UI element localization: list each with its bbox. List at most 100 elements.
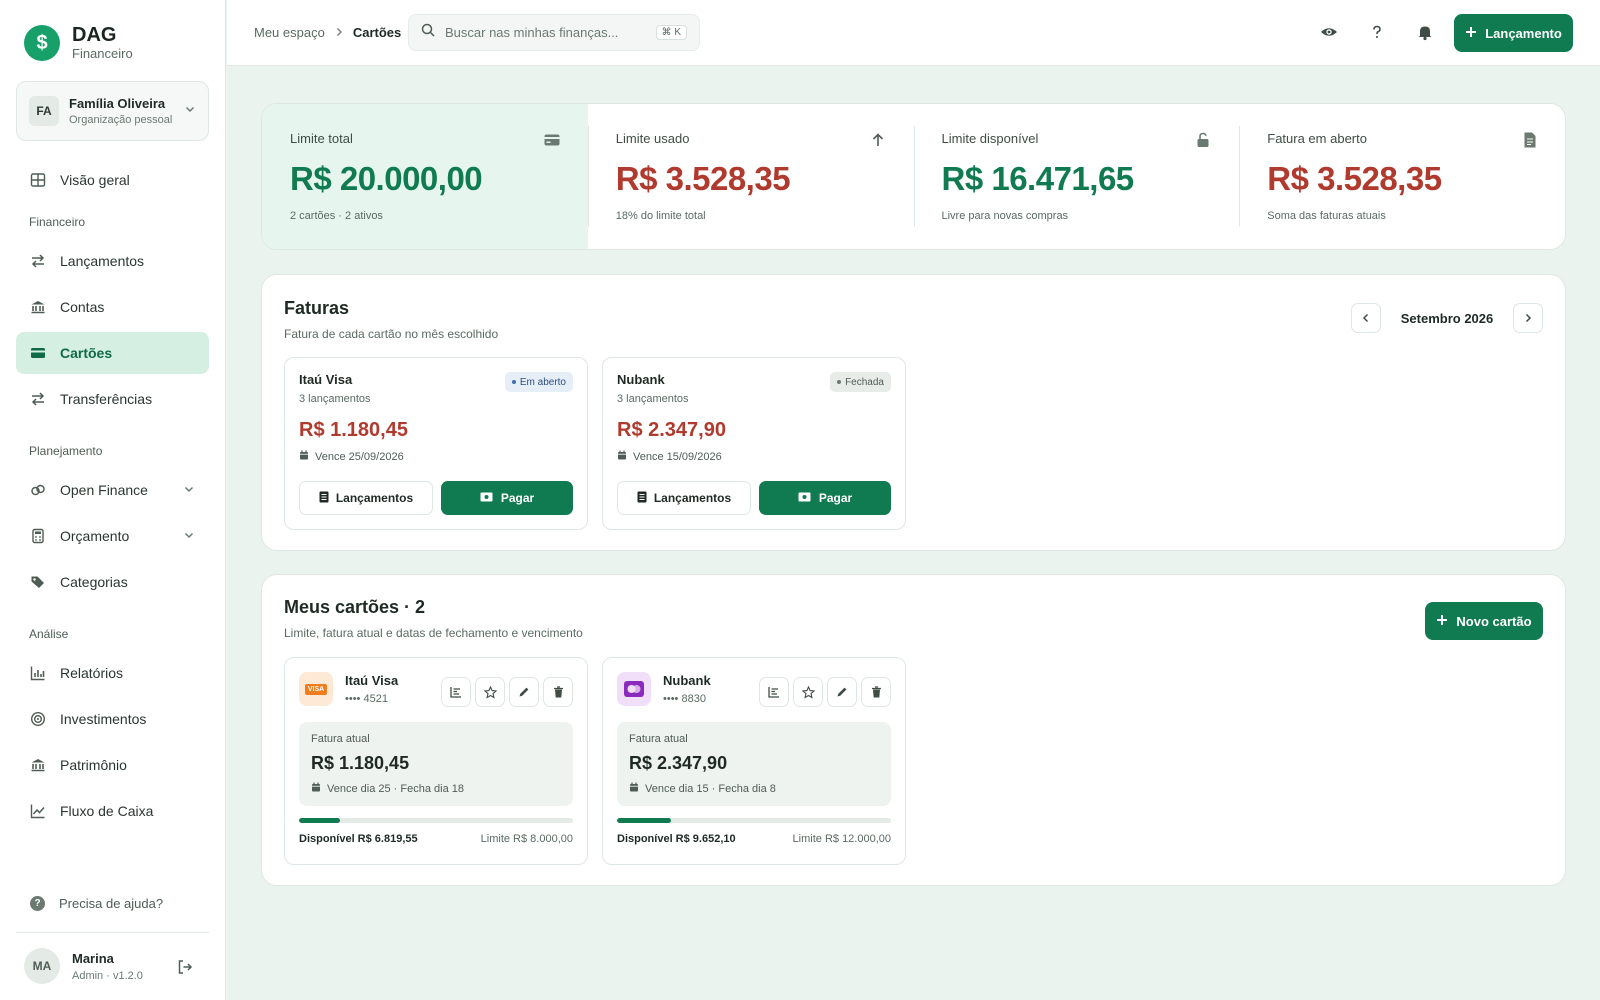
calendar-icon [629,782,639,795]
sidebar: $ DAG Financeiro FA Família Oliveira Org… [0,0,226,1000]
invoice-card: Nubank 3 lançamentos Fechada R$ 2.347,90… [602,357,906,530]
new-transaction-button[interactable]: Lançamento [1454,14,1573,52]
unlock-icon [1195,132,1211,153]
sidebar-item-contas[interactable]: Contas [16,286,209,328]
sidebar-item-label: Lançamentos [60,253,145,269]
card-name: Nubank [663,673,711,688]
link-icon [30,482,46,498]
invoice-card: Itaú Visa 3 lançamentos Em aberto R$ 1.1… [284,357,588,530]
search-shortcut: ⌘ K [655,25,687,40]
trash-icon[interactable] [861,677,891,707]
due-close-days: Vence dia 15 · Fecha dia 8 [645,782,776,795]
help-icon: ? [30,896,45,911]
avatar: MA [24,948,60,984]
limit-usage-bar [299,818,573,823]
sidebar-item-label: Cartões [60,345,113,361]
sidebar-item-overview[interactable]: Visão geral [16,159,209,201]
sidebar-item-orcamento[interactable]: Orçamento [16,515,209,557]
nav-section-analise: Análise [29,627,69,641]
view-entries-button[interactable]: Lançamentos [617,481,751,515]
help-link[interactable]: ? Precisa de ajuda? [30,896,163,911]
mastercard-logo-icon [617,672,651,706]
chevron-down-icon [183,528,195,544]
sidebar-item-label: Transferências [60,391,153,407]
sidebar-item-relatorios[interactable]: Relatórios [16,652,209,694]
sidebar-item-label: Categorias [60,574,128,590]
divider [913,126,915,227]
chevron-right-icon [334,25,344,40]
invoice-due: Vence 25/09/2026 [299,450,573,463]
sidebar-item-cartoes[interactable]: Cartões [16,332,209,374]
user-name: Marina [72,950,114,966]
sidebar-item-investimentos[interactable]: Investimentos [16,698,209,740]
status-label: Em aberto [519,376,566,388]
card-footer: Disponível R$ 9.652,10 Limite R$ 12.000,… [617,833,891,845]
card-name: Itaú Visa [345,673,399,688]
summary-total-limit: Limite total R$ 20.000,00 2 cartões · 2 … [262,104,588,249]
calendar-icon [311,782,321,795]
new-card-label: Novo cartão [1456,613,1532,629]
total-limit: Limite R$ 8.000,00 [480,833,573,845]
pay-button[interactable]: Pagar [441,481,573,515]
divider [16,932,209,933]
divider [587,126,589,227]
card-number: •••• 4521 [345,693,388,705]
bar-chart-icon [30,665,46,681]
topbar: Meu espaço Cartões ⌘ K Lançamento [227,0,1600,66]
summary-note: 18% do limite total [615,210,706,222]
next-month-button[interactable] [1513,303,1543,333]
visa-logo-icon: VISA [299,672,333,706]
button-label: Lançamentos [653,491,732,505]
invoice-due: Vence 15/09/2026 [617,450,891,463]
sidebar-item-transferencias[interactable]: Transferências [16,378,209,420]
help-icon[interactable] [1367,22,1387,42]
total-limit: Limite R$ 12.000,00 [792,833,891,845]
summary-open-invoice: Fatura em aberto R$ 3.528,35 Soma das fa… [1239,104,1565,249]
logout-icon[interactable] [176,958,194,981]
section-subtitle: Limite, fatura atual e datas de fechamen… [284,626,583,640]
sidebar-item-categorias[interactable]: Categorias [16,561,209,603]
section-title: Faturas [284,298,350,318]
current-invoice-label: Fatura atual [629,733,688,745]
transfer-icon [30,391,46,407]
pay-button[interactable]: Pagar [759,481,891,515]
current-invoice-box: Fatura atual R$ 1.180,45 Vence dia 25 · … [299,722,573,806]
sidebar-item-label: Fluxo de Caixa [60,803,154,819]
eye-icon[interactable] [1319,22,1339,42]
due-close-days: Vence dia 25 · Fecha dia 18 [327,782,464,795]
sidebar-item-label: Patrimônio [60,757,127,773]
new-transaction-label: Lançamento [1485,25,1562,41]
current-invoice-amount: R$ 1.180,45 [311,753,410,773]
star-icon[interactable] [793,677,823,707]
sidebar-item-label: Orçamento [60,528,130,544]
sidebar-item-patrimonio[interactable]: Patrimônio [16,744,209,786]
current-invoice-label: Fatura atual [311,733,370,745]
summary-note: Livre para novas compras [941,210,1069,222]
view-entries-button[interactable]: Lançamentos [299,481,433,515]
previous-month-button[interactable] [1351,303,1381,333]
user-profile[interactable]: MA Marina Admin · v1.2.0 [24,948,143,984]
sidebar-item-open-finance[interactable]: Open Finance [16,469,209,511]
cards-section: Meus cartões · 2 Limite, fatura atual e … [261,574,1566,886]
search-input[interactable] [445,25,645,40]
summary-label: Fatura em aberto [1267,131,1367,146]
pencil-icon[interactable] [827,677,857,707]
star-icon[interactable] [475,677,505,707]
due-date: Vence 25/09/2026 [315,450,404,463]
sidebar-item-fluxo-de-caixa[interactable]: Fluxo de Caixa [16,790,209,832]
brand[interactable]: $ DAG Financeiro [24,24,133,62]
invoices-section: Faturas Fatura de cada cartão no mês esc… [261,274,1566,551]
organization-switcher[interactable]: FA Família Oliveira Organização pessoal [16,81,209,141]
bell-icon[interactable] [1415,22,1435,42]
swap-icon [30,253,46,269]
chart-icon[interactable] [441,677,471,707]
breadcrumb-root[interactable]: Meu espaço [254,25,325,40]
limit-usage-bar [617,818,891,823]
sidebar-item-lancamentos[interactable]: Lançamentos [16,240,209,282]
chart-icon[interactable] [759,677,789,707]
new-card-button[interactable]: Novo cartão [1425,602,1543,640]
search-box[interactable]: ⌘ K [408,14,700,51]
summary-label: Limite total [290,131,353,146]
trash-icon[interactable] [543,677,573,707]
pencil-icon[interactable] [509,677,539,707]
